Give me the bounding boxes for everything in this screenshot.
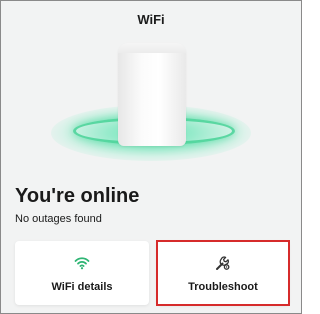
wrench-gear-icon [215,255,231,271]
router-image [118,43,186,146]
router-image-top [118,43,186,53]
wifi-details-label: WiFi details [51,281,113,293]
app-screen: WiFi You're online No outages found WiFi… [0,0,302,314]
connection-status: You're online [15,185,140,207]
wifi-details-button[interactable]: WiFi details [15,241,149,305]
troubleshoot-button[interactable]: Troubleshoot [157,241,289,305]
page-title: WiFi [137,12,165,27]
wifi-icon [74,255,90,271]
outage-status: No outages found [15,213,102,225]
troubleshoot-label: Troubleshoot [188,281,258,293]
